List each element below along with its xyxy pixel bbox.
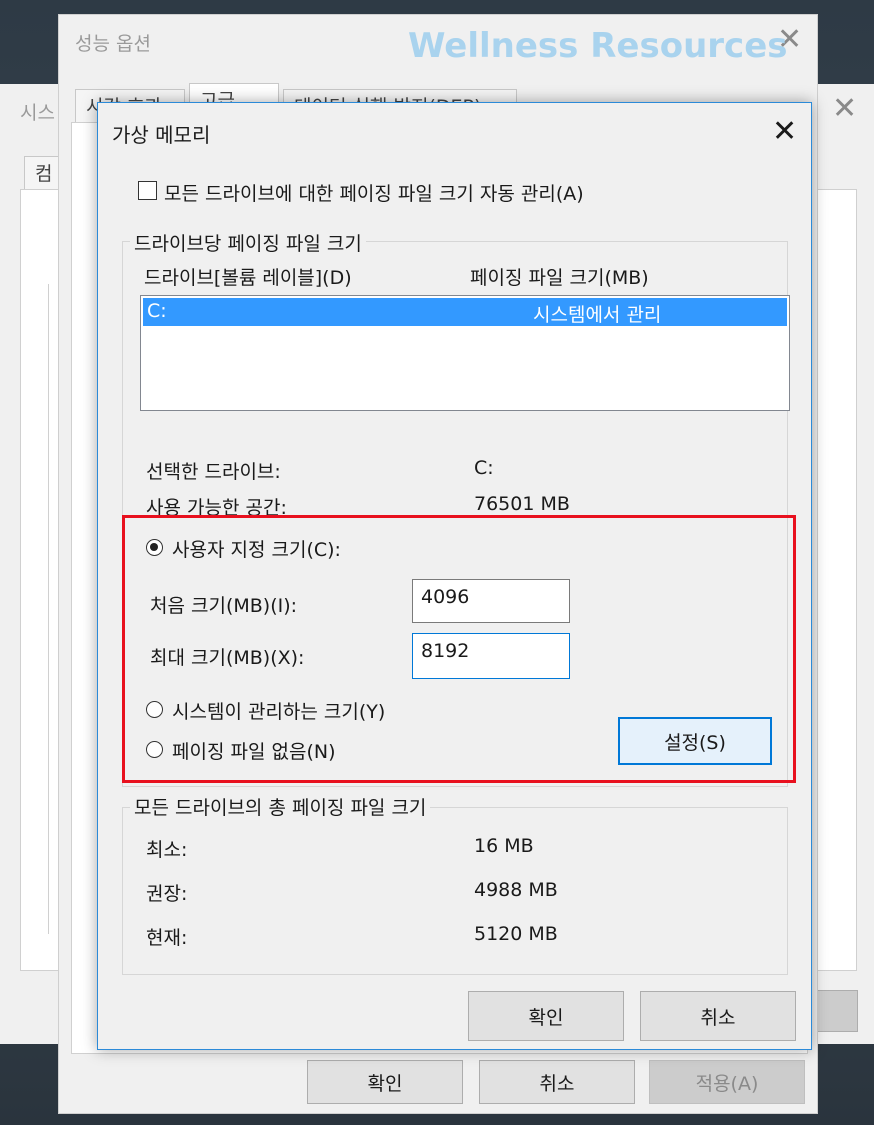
cancel-button[interactable]: 취소 — [640, 991, 796, 1041]
window-title: 성능 옵션 — [75, 33, 151, 55]
recommended-label: 권장: — [146, 883, 188, 905]
column-drive-header: 드라이브[볼륨 레이블](D) — [144, 267, 352, 289]
auto-manage-checkbox[interactable] — [138, 181, 157, 200]
drive-list[interactable]: C: 시스템에서 관리 — [140, 295, 790, 411]
drive-row-drive: C: — [147, 300, 167, 322]
virtual-memory-dialog: 가상 메모리 ✕ 모든 드라이브에 대한 페이징 파일 크기 자동 관리(A) … — [97, 102, 812, 1050]
cancel-button[interactable]: 취소 — [479, 1060, 635, 1104]
watermark-text: Wellness Resources — [408, 26, 788, 66]
dialog-title: 가상 메모리 — [112, 123, 211, 147]
apply-button: 적용(A) — [649, 1060, 805, 1104]
initial-size-label: 처음 크기(MB)(I): — [150, 595, 298, 617]
system-managed-radio[interactable] — [146, 701, 163, 718]
per-drive-group-title: 드라이브당 페이징 파일 크기 — [130, 229, 366, 256]
current-label: 현재: — [146, 927, 188, 949]
auto-manage-label: 모든 드라이브에 대한 페이징 파일 크기 자동 관리(A) — [164, 183, 584, 205]
minimum-value: 16 MB — [474, 835, 534, 857]
selected-drive-label: 선택한 드라이브: — [146, 461, 281, 483]
drive-row-size: 시스템에서 관리 — [533, 304, 662, 326]
close-icon[interactable]: ✕ — [772, 117, 797, 147]
column-size-header: 페이징 파일 크기(MB) — [470, 267, 649, 289]
ok-button[interactable]: 확인 — [468, 991, 624, 1041]
system-managed-label: 시스템이 관리하는 크기(Y) — [172, 701, 386, 723]
drive-row-c[interactable]: C: 시스템에서 관리 — [143, 298, 787, 326]
max-size-label: 최대 크기(MB)(X): — [150, 647, 305, 669]
current-value: 5120 MB — [474, 923, 558, 945]
set-button[interactable]: 설정(S) — [618, 717, 772, 765]
custom-size-label: 사용자 지정 크기(C): — [172, 539, 341, 561]
available-space-value: 76501 MB — [474, 493, 570, 515]
selected-drive-value: C: — [474, 457, 494, 479]
custom-size-radio[interactable] — [146, 539, 163, 556]
total-paging-group — [122, 807, 788, 975]
minimum-label: 최소: — [146, 839, 188, 861]
group-frame — [48, 284, 53, 934]
apply-button-back[interactable] — [812, 990, 858, 1032]
close-icon[interactable]: ✕ — [832, 94, 857, 124]
max-size-input[interactable]: 8192 — [412, 633, 570, 679]
window-title: 시스 — [20, 102, 55, 124]
ok-button[interactable]: 확인 — [307, 1060, 463, 1104]
recommended-value: 4988 MB — [474, 879, 558, 901]
total-paging-group-title: 모든 드라이브의 총 페이징 파일 크기 — [130, 793, 431, 820]
initial-size-input[interactable]: 4096 — [412, 579, 570, 623]
no-paging-radio[interactable] — [146, 741, 163, 758]
no-paging-label: 페이징 파일 없음(N) — [172, 741, 336, 763]
